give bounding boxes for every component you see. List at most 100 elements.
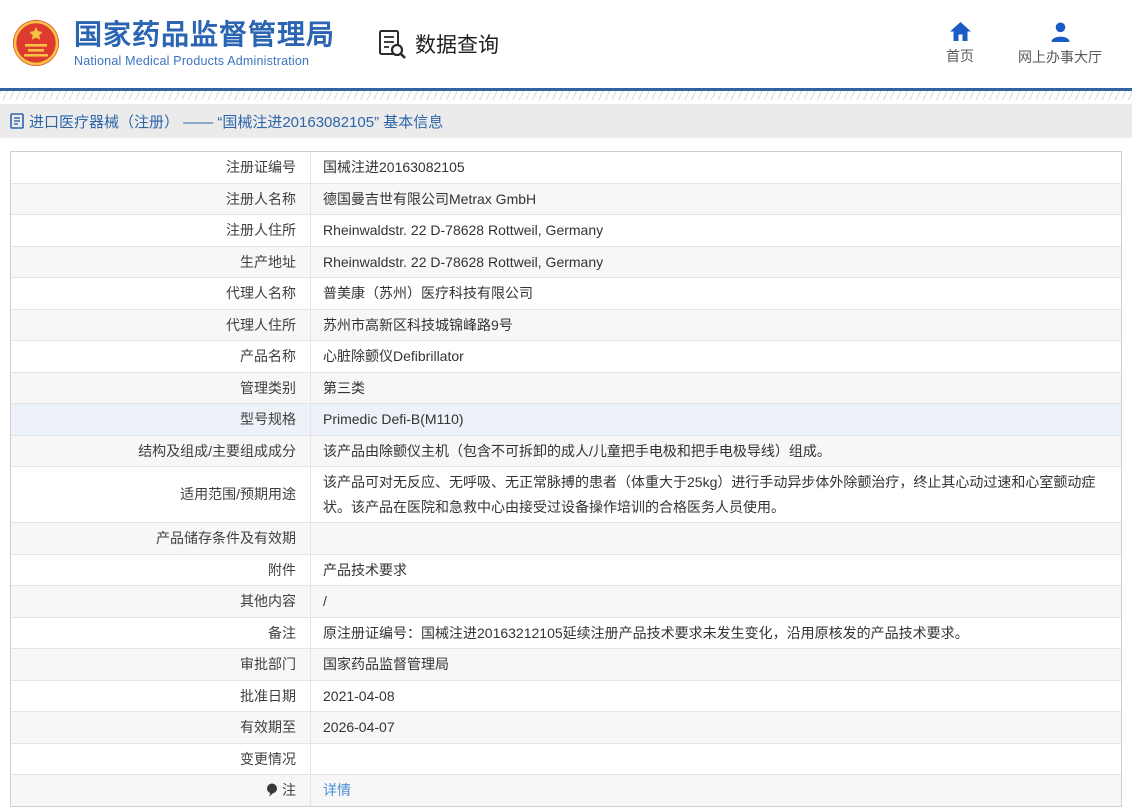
row-value-text: 德国曼吉世有限公司Metrax GmbH: [323, 187, 536, 212]
breadcrumb-text: 进口医疗器械（注册） —— “国械注进20163082105” 基本信息: [29, 111, 443, 132]
nav-home-label: 首页: [946, 46, 974, 66]
row-value-text: 普美康（苏州）医疗科技有限公司: [323, 281, 533, 306]
row-value: Primedic Defi-B(M110): [311, 404, 1121, 435]
row-label-text: 注册证编号: [226, 155, 296, 180]
table-row: 产品储存条件及有效期: [11, 523, 1121, 555]
row-value: 2021-04-08: [311, 681, 1121, 712]
table-row: 批准日期 2021-04-08: [11, 681, 1121, 713]
row-label: 代理人名称: [11, 278, 311, 309]
row-value-text: 该产品由除颤仪主机（包含不可拆卸的成人/儿童把手电极和把手电极导线）组成。: [323, 439, 831, 464]
row-label-text: 有效期至: [240, 715, 296, 740]
table-row: 审批部门 国家药品监督管理局: [11, 649, 1121, 681]
row-label-text: 型号规格: [240, 407, 296, 432]
brand-logo[interactable]: 国家药品监督管理局 National Medical Products Admi…: [12, 18, 335, 70]
row-label-text: 管理类别: [240, 376, 296, 401]
table-row: 注册人住所 Rheinwaldstr. 22 D-78628 Rottweil, …: [11, 215, 1121, 247]
row-label-text: 产品储存条件及有效期: [156, 526, 296, 551]
row-value: 国家药品监督管理局: [311, 649, 1121, 680]
row-value: 该产品可对无反应、无呼吸、无正常脉搏的患者（体重大于25kg）进行手动异步体外除…: [311, 467, 1121, 522]
row-value-text: 国家药品监督管理局: [323, 652, 449, 677]
row-label: 型号规格: [11, 404, 311, 435]
row-label-text: 审批部门: [240, 652, 296, 677]
row-label-text: 产品名称: [240, 344, 296, 369]
national-emblem-icon: [12, 18, 60, 70]
data-query-label: 数据查询: [415, 29, 499, 59]
row-value: 产品技术要求: [311, 555, 1121, 586]
row-value-text: 产品技术要求: [323, 558, 407, 583]
page: 国家药品监督管理局 National Medical Products Admi…: [0, 0, 1132, 811]
row-label: 代理人住所: [11, 310, 311, 341]
doc-search-icon: [377, 28, 407, 60]
row-label-text: 注册人住所: [226, 218, 296, 243]
row-value: 详情: [311, 775, 1121, 806]
row-label: 有效期至: [11, 712, 311, 743]
row-value: 该产品由除颤仪主机（包含不可拆卸的成人/儿童把手电极和把手电极导线）组成。: [311, 436, 1121, 467]
row-label: 注册人名称: [11, 184, 311, 215]
details-link[interactable]: 详情: [323, 778, 351, 803]
table-row: 型号规格 Primedic Defi-B(M110): [11, 404, 1121, 436]
data-query-tab[interactable]: 数据查询: [377, 28, 499, 60]
table-row: 附件产品技术要求: [11, 555, 1121, 587]
nav-home[interactable]: 首页: [946, 22, 974, 67]
row-label: 备注: [11, 618, 311, 649]
table-row: 产品名称 心脏除颤仪Defibrillator: [11, 341, 1121, 373]
document-icon: [10, 113, 24, 129]
site-subtitle: National Medical Products Administration: [74, 54, 335, 68]
brand-text: 国家药品监督管理局 National Medical Products Admi…: [74, 20, 335, 69]
row-value: 苏州市高新区科技城锦峰路9号: [311, 310, 1121, 341]
table-row: 管理类别 第三类: [11, 373, 1121, 405]
row-label-text: 其他内容: [240, 589, 296, 614]
row-label-text: 结构及组成/主要组成成分: [138, 439, 296, 464]
row-value-text: 心脏除颤仪Defibrillator: [323, 344, 464, 369]
row-value: [311, 523, 1121, 554]
row-label-text: 适用范围/预期用途: [180, 482, 296, 507]
table-row: 有效期至 2026-04-07: [11, 712, 1121, 744]
nav-service-hall[interactable]: 网上办事大厅: [1018, 22, 1102, 67]
info-table: 注册证编号 国械注进20163082105 注册人名称 德国曼吉世有限公司Metrax…: [10, 151, 1122, 807]
table-row: 生产地址Rheinwaldstr. 22 D-78628 Rottweil, G…: [11, 247, 1121, 279]
row-label-text: 批准日期: [240, 684, 296, 709]
row-label: 管理类别: [11, 373, 311, 404]
row-value-text: 第三类: [323, 376, 365, 401]
site-title: 国家药品监督管理局: [74, 20, 335, 51]
row-label: 产品名称: [11, 341, 311, 372]
nav-hall-label: 网上办事大厅: [1018, 47, 1102, 67]
row-value: 普美康（苏州）医疗科技有限公司: [311, 278, 1121, 309]
row-value: 2026-04-07: [311, 712, 1121, 743]
table-row: 适用范围/预期用途 该产品可对无反应、无呼吸、无正常脉搏的患者（体重大于25kg）…: [11, 467, 1121, 523]
row-label-text: 代理人住所: [226, 313, 296, 338]
row-value: 德国曼吉世有限公司Metrax GmbH: [311, 184, 1121, 215]
row-label: 结构及组成/主要组成成分: [11, 436, 311, 467]
row-value: Rheinwaldstr. 22 D-78628 Rottweil, Germa…: [311, 215, 1121, 246]
row-value: Rheinwaldstr. 22 D-78628 Rottweil, Germa…: [311, 247, 1121, 278]
row-value-text: 原注册证编号：国械注进20163212105延续注册产品技术要求未发生变化，沿用…: [323, 621, 969, 646]
table-row: 其他内容 /: [11, 586, 1121, 618]
row-value: 心脏除颤仪Defibrillator: [311, 341, 1121, 372]
row-label-text: 注册人名称: [226, 187, 296, 212]
table-row: 变更情况: [11, 744, 1121, 776]
row-label: 注: [11, 775, 311, 806]
row-label: 生产地址: [11, 247, 311, 278]
row-value: [311, 744, 1121, 775]
row-value-text: 苏州市高新区科技城锦峰路9号: [323, 313, 513, 338]
hatch-band: [0, 91, 1132, 100]
table-row: 注册证编号 国械注进20163082105: [11, 152, 1121, 184]
row-label-text: 代理人名称: [226, 281, 296, 306]
table-row: 代理人住所 苏州市高新区科技城锦峰路9号: [11, 310, 1121, 342]
table-row: 代理人名称 普美康（苏州）医疗科技有限公司: [11, 278, 1121, 310]
row-label-text: 注: [282, 778, 296, 803]
row-label: 变更情况: [11, 744, 311, 775]
row-value: /: [311, 586, 1121, 617]
row-label: 适用范围/预期用途: [11, 467, 311, 522]
row-label: 注册证编号: [11, 152, 311, 183]
row-label: 注册人住所: [11, 215, 311, 246]
row-value: 国械注进20163082105: [311, 152, 1121, 183]
user-icon: [1050, 22, 1071, 42]
note-balloon-icon: [266, 783, 278, 798]
table-row: 注 详情: [11, 775, 1121, 806]
row-value-text: 国械注进20163082105: [323, 155, 465, 180]
row-value-text: 该产品可对无反应、无呼吸、无正常脉搏的患者（体重大于25kg）进行手动异步体外除…: [323, 470, 1103, 519]
row-label: 其他内容: [11, 586, 311, 617]
row-label: 审批部门: [11, 649, 311, 680]
row-label-text: 变更情况: [240, 747, 296, 772]
